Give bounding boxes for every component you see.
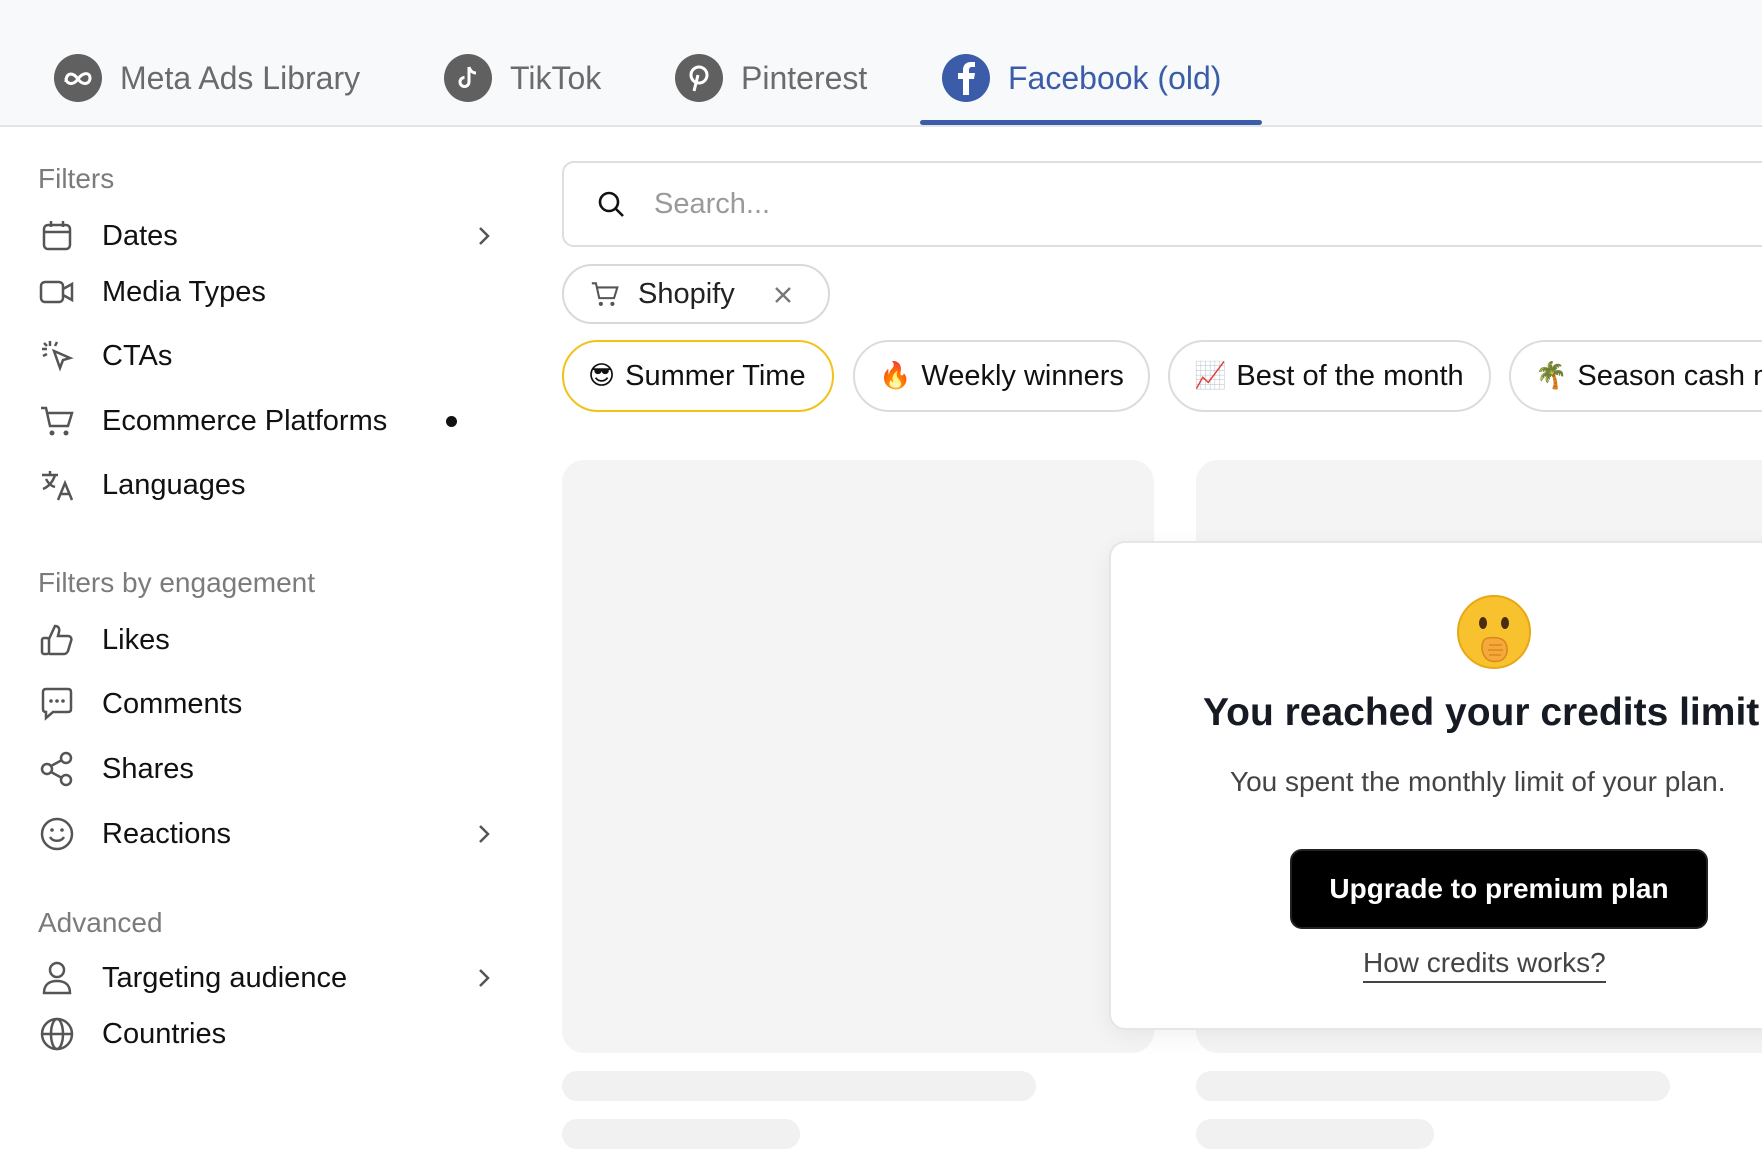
preset-label: Summer Time [625, 359, 806, 392]
filter-label: Countries [102, 1017, 227, 1050]
filter-label: CTAs [102, 339, 173, 372]
preset-season-cash[interactable]: 🌴 Season cash m [1509, 340, 1762, 412]
upgrade-button[interactable]: Upgrade to premium plan [1290, 849, 1708, 929]
ad-card-skeleton [562, 460, 1154, 1053]
smiley-icon [38, 815, 76, 853]
preset-summer-time[interactable]: 😎 Summer Time [562, 340, 834, 412]
tab-label: Pinterest [741, 59, 868, 96]
video-icon [38, 273, 76, 311]
modal-title: You reached your credits limit [1203, 691, 1760, 734]
filter-likes[interactable]: Likes [38, 615, 498, 665]
face-with-hand-over-mouth-icon [1457, 595, 1531, 669]
filter-ctas[interactable]: CTAs [38, 331, 498, 381]
filter-label: Media Types [102, 275, 266, 308]
preset-label: Weekly winners [921, 359, 1124, 392]
filter-reactions[interactable]: Reactions [38, 809, 498, 859]
globe-icon [38, 1015, 76, 1053]
thumbs-up-icon [38, 621, 76, 659]
filter-shares[interactable]: Shares [38, 744, 498, 794]
text-line-skeleton [1196, 1071, 1670, 1101]
filter-label: Comments [102, 687, 243, 720]
text-line-skeleton [1196, 1119, 1434, 1149]
active-filter-chip-shopify[interactable]: Shopify [562, 264, 830, 324]
filter-comments[interactable]: Comments [38, 679, 498, 729]
user-icon [38, 959, 76, 997]
filter-label: Likes [102, 623, 170, 656]
filters-sidebar: Filters Dates Media Types CTAs Ecommerce… [0, 129, 540, 1164]
preset-label: Season cash m [1577, 359, 1762, 392]
active-filter-dot [446, 416, 457, 427]
search-bar [562, 161, 1762, 247]
preset-label: Best of the month [1236, 359, 1464, 392]
filter-label: Shares [102, 752, 194, 785]
preset-best-of-the-month[interactable]: 📈 Best of the month [1168, 340, 1491, 412]
filter-label: Reactions [102, 817, 231, 850]
tab-facebook-old[interactable]: Facebook (old) [942, 48, 1221, 108]
cart-icon [38, 402, 76, 440]
facebook-icon [942, 54, 990, 102]
filter-languages[interactable]: Languages [38, 460, 498, 510]
engagement-section-title: Filters by engagement [38, 567, 316, 598]
filter-label: Dates [102, 219, 178, 252]
filter-media-types[interactable]: Media Types [38, 267, 498, 317]
filters-section-title: Filters [38, 163, 115, 194]
pinterest-icon [675, 54, 723, 102]
filter-label: Targeting audience [102, 961, 348, 994]
chip-label: Shopify [638, 277, 735, 310]
filter-countries[interactable]: Countries [38, 1009, 498, 1059]
cart-icon [590, 280, 620, 308]
modal-subtitle: You spent the monthly limit of your plan… [1230, 766, 1726, 797]
tab-label: Meta Ads Library [120, 59, 361, 96]
tab-label: TikTok [510, 59, 602, 96]
filter-dates[interactable]: Dates [38, 211, 498, 261]
tab-pinterest[interactable]: Pinterest [675, 48, 867, 108]
palm-tree-emoji-icon: 🌴 [1535, 361, 1568, 391]
active-tab-indicator [920, 120, 1262, 125]
comment-icon [38, 685, 76, 723]
translate-icon [38, 466, 76, 504]
cursor-click-icon [38, 337, 76, 375]
tab-label: Facebook (old) [1008, 59, 1222, 96]
chevron-right-icon [470, 964, 498, 997]
share-icon [38, 750, 76, 788]
tab-meta-ads-library[interactable]: Meta Ads Library [54, 48, 360, 108]
tiktok-icon [444, 54, 492, 102]
filter-label: Languages [102, 468, 246, 501]
advanced-section-title: Advanced [38, 907, 163, 938]
credits-limit-modal: You reached your credits limit You spent… [1109, 541, 1762, 1030]
chevron-right-icon [470, 820, 498, 853]
platform-tab-bar: Meta Ads Library TikTok Pinterest Facebo… [0, 0, 1762, 127]
close-icon[interactable] [769, 281, 797, 309]
tab-tiktok[interactable]: TikTok [444, 48, 601, 108]
search-input[interactable] [654, 187, 1554, 221]
preset-weekly-winners[interactable]: 🔥 Weekly winners [853, 340, 1150, 412]
text-line-skeleton [562, 1071, 1036, 1101]
fire-emoji-icon: 🔥 [879, 361, 912, 391]
filter-targeting-audience[interactable]: Targeting audience [38, 953, 498, 1003]
search-icon [596, 189, 626, 219]
filter-label: Ecommerce Platforms [102, 404, 388, 437]
sunglasses-emoji-icon: 😎 [588, 361, 616, 391]
how-credits-work-link[interactable]: How credits works? [1363, 947, 1606, 983]
text-line-skeleton [562, 1119, 800, 1149]
chart-up-emoji-icon: 📈 [1194, 361, 1227, 391]
filter-ecommerce-platforms[interactable]: Ecommerce Platforms [38, 396, 498, 446]
meta-icon [54, 54, 102, 102]
chevron-right-icon [470, 222, 498, 255]
calendar-icon [38, 217, 76, 255]
